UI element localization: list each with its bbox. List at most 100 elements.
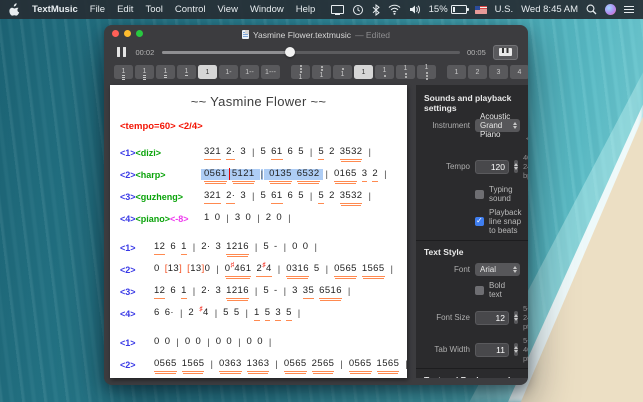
wifi-icon[interactable]	[388, 4, 401, 15]
toolbar-number-button-3[interactable]: 3	[489, 65, 508, 79]
total-time: 00:05	[467, 47, 486, 57]
menu-item-file[interactable]: File	[90, 4, 105, 15]
note-group: 1	[204, 212, 210, 224]
apple-menu[interactable]	[9, 3, 20, 16]
note-group: 2	[329, 146, 335, 158]
input-source-label[interactable]: U.S.	[495, 4, 513, 15]
note-group: 3	[361, 168, 368, 182]
font-size-input[interactable]	[475, 310, 509, 325]
note-group: 6	[170, 241, 177, 253]
tempo-stepper[interactable]	[514, 160, 518, 173]
note-group: 2·	[201, 241, 211, 253]
note-group: 0	[154, 263, 160, 275]
document-icon	[241, 30, 249, 39]
input-source-flag-icon[interactable]	[474, 5, 487, 14]
toolbar-octave-button-4[interactable]: 1	[354, 65, 373, 79]
bar-line: |	[207, 337, 210, 348]
bar-line: |	[368, 147, 371, 158]
toolbar-octave-button-3[interactable]: 1	[333, 65, 352, 79]
bar-line: |	[179, 308, 183, 319]
music-section-3: <1> 0 0 | 0 0 | 0 0 | 0 0 | <2> 0565 1565 | 0363 1363 | 0565…	[120, 335, 407, 375]
note-group: 12	[154, 241, 166, 255]
elapsed-time: 00:02	[135, 47, 155, 57]
toolbar-octave-button-7[interactable]: 1	[417, 64, 436, 80]
app-window: Yasmine Flower.textmusic — Edited 00:02 …	[104, 25, 528, 385]
note-group: 0	[245, 212, 252, 224]
text-cursor	[228, 168, 231, 180]
volume-icon[interactable]	[409, 4, 421, 15]
battery-status[interactable]: 15%	[429, 4, 469, 15]
piano-keys-icon	[499, 48, 512, 56]
toolbar-number-button-2[interactable]: 2	[468, 65, 487, 79]
keyboard-toggle-button[interactable]	[493, 44, 518, 60]
note-group: 5	[313, 263, 320, 275]
document-page[interactable]: ~~ Yasmine Flower ~~ <tempo=60> <2/4> <1…	[110, 85, 407, 378]
bar-line: |	[226, 213, 229, 224]
snap-checkbox[interactable]	[475, 216, 484, 226]
bar-line: |	[254, 286, 258, 297]
toolbar-duration-button-5[interactable]: 1	[198, 65, 217, 79]
toolbar-number-button-4[interactable]: 4	[510, 65, 528, 79]
bar-line: |	[283, 242, 287, 253]
note-group: 0	[276, 212, 283, 224]
slider-thumb[interactable]	[284, 47, 295, 57]
bar-line: |	[277, 264, 281, 275]
tab-width-input[interactable]	[475, 342, 509, 357]
time-machine-icon[interactable]	[352, 4, 364, 16]
toolbar-duration-button-6[interactable]: 1-	[219, 65, 238, 79]
bar-line: |	[297, 308, 301, 319]
instrument-dropdown[interactable]: Acoustic Grand Piano	[475, 112, 521, 139]
voice-label: <1>	[120, 338, 136, 348]
apple-icon	[9, 3, 20, 16]
zoom-button[interactable]	[136, 29, 143, 37]
menu-item-control[interactable]: Control	[175, 4, 206, 15]
font-size-stepper[interactable]	[514, 311, 518, 324]
toolbar-duration-button-3[interactable]: 1	[156, 65, 175, 79]
pause-button[interactable]	[114, 47, 129, 57]
dropdown-arrows-icon	[513, 265, 517, 273]
menu-item-edit[interactable]: Edit	[117, 4, 133, 15]
playback-slider[interactable]	[161, 47, 460, 57]
note-group: 1565	[181, 358, 205, 375]
toolbar-duration-button-8[interactable]: 1---	[261, 65, 280, 79]
toolbar-duration-button-7[interactable]: 1--	[240, 65, 259, 79]
bar-line: |	[314, 242, 317, 253]
display-icon[interactable]	[330, 5, 344, 15]
app-menu-title[interactable]: TextMusic	[32, 4, 78, 15]
toolbar-octave-button-5[interactable]: 1	[375, 65, 394, 79]
note-toolbar: 111111-1--1--- 1111111 12345670	[104, 63, 528, 85]
notes-row: 1 0 | 3 0 | 2 0 |	[204, 212, 397, 224]
toolbar-octave-button-1[interactable]: 1	[291, 64, 310, 81]
note-group: 5	[263, 241, 270, 253]
bluetooth-icon[interactable]	[372, 3, 380, 16]
menu-item-window[interactable]: Window	[250, 4, 284, 15]
close-button[interactable]	[112, 29, 119, 37]
music-line: <1> 12 6 1 | 2· 3 1216 | 5- | 0 0 |	[120, 240, 397, 258]
bold-text-checkbox[interactable]	[475, 285, 484, 295]
siri-icon[interactable]	[605, 4, 616, 15]
voice-label: <4> <piano> <-8>	[120, 214, 189, 224]
note-group: 0	[154, 336, 160, 348]
toolbar-number-button-1[interactable]: 1	[447, 65, 466, 79]
note-group: 5	[260, 146, 267, 158]
voice-label: <1> <dizi>	[120, 148, 162, 158]
spotlight-search-icon[interactable]	[586, 4, 597, 15]
notification-center-icon[interactable]	[624, 5, 634, 14]
toolbar-duration-button-4[interactable]: 1	[177, 65, 196, 79]
toolbar-duration-button-1[interactable]: 1	[114, 65, 133, 80]
menu-item-view[interactable]: View	[218, 4, 238, 15]
tab-width-stepper[interactable]	[514, 343, 518, 356]
note-group: 0	[226, 336, 233, 348]
toolbar-octave-button-2[interactable]: 1	[312, 65, 331, 79]
menu-item-tool[interactable]: Tool	[145, 4, 162, 15]
font-dropdown[interactable]: Arial	[475, 263, 520, 276]
note-group: ♯4	[199, 306, 209, 319]
typing-sound-checkbox[interactable]	[475, 189, 484, 199]
minimize-button[interactable]	[124, 29, 131, 37]
menu-clock[interactable]: Wed 8:45 AM	[521, 4, 578, 15]
toolbar-duration-button-2[interactable]: 1	[135, 65, 154, 80]
toolbar-octave-button-6[interactable]: 1	[396, 65, 415, 79]
menu-item-help[interactable]: Help	[296, 4, 316, 15]
tempo-input[interactable]	[475, 159, 509, 174]
note-group: 5	[298, 146, 304, 158]
